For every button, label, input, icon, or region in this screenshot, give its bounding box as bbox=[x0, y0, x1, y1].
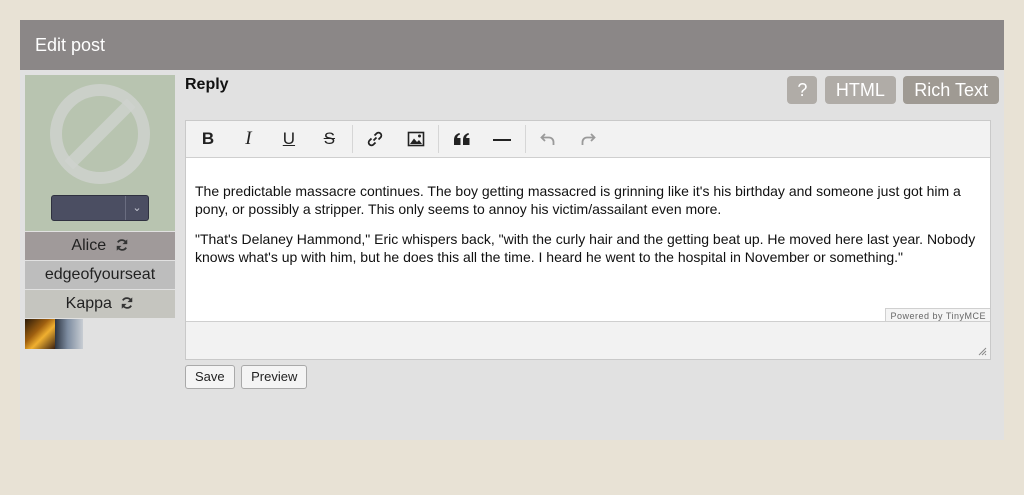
character-name-label: Kappa bbox=[65, 295, 112, 312]
italic-button[interactable]: I bbox=[230, 121, 266, 157]
post-actions: Save Preview bbox=[185, 365, 309, 389]
reply-heading: Reply bbox=[185, 76, 229, 93]
panel-title: Edit post bbox=[20, 20, 1004, 70]
horizontal-rule-icon bbox=[493, 139, 512, 141]
toolbar-separator bbox=[438, 125, 440, 153]
editor-toolbar: B I U S bbox=[186, 121, 990, 158]
undo-button[interactable] bbox=[530, 121, 566, 157]
chevron-down-icon: ⌄ bbox=[125, 196, 148, 220]
character-name-label: edgeofyourseat bbox=[44, 266, 156, 283]
gallery-thumbnail[interactable] bbox=[25, 319, 55, 349]
no-avatar-icon bbox=[50, 84, 150, 184]
redo-icon bbox=[582, 133, 597, 145]
undo-icon bbox=[540, 133, 555, 145]
preview-button[interactable]: Preview bbox=[241, 365, 308, 389]
gallery-thumbnails bbox=[25, 319, 175, 349]
save-button[interactable]: Save bbox=[185, 365, 235, 389]
rich-text-editor: B I U S The predictable massacre continu… bbox=[185, 120, 991, 360]
strikethrough-button[interactable]: S bbox=[311, 121, 347, 157]
html-mode-button[interactable]: HTML bbox=[824, 76, 896, 104]
gallery-thumbnail[interactable] bbox=[55, 319, 83, 349]
underline-button[interactable]: U bbox=[271, 121, 307, 157]
refresh-icon[interactable] bbox=[120, 296, 134, 310]
resize-handle-icon[interactable] bbox=[978, 347, 987, 356]
editor-mode-buttons: ? HTML Rich Text bbox=[784, 76, 999, 104]
blockquote-button[interactable] bbox=[444, 121, 480, 157]
editor-content[interactable]: The predictable massacre continues. The … bbox=[186, 158, 990, 306]
toolbar-separator bbox=[524, 125, 526, 153]
editor-paragraph: The predictable massacre continues. The … bbox=[195, 183, 961, 217]
bold-button[interactable]: B bbox=[190, 121, 226, 157]
character-name-alice[interactable]: Alice bbox=[25, 232, 175, 260]
character-name-label: Alice bbox=[71, 237, 107, 254]
link-button[interactable] bbox=[357, 121, 393, 157]
edit-post-panel: Edit post ⌄ Alice edgeofyourseat Kappa R… bbox=[20, 20, 1004, 440]
avatar-select[interactable]: ⌄ bbox=[51, 195, 149, 221]
refresh-icon[interactable] bbox=[115, 238, 129, 252]
redo-button[interactable] bbox=[570, 121, 606, 157]
editor-statusbar bbox=[186, 321, 990, 359]
link-icon bbox=[368, 131, 383, 147]
toolbar-separator bbox=[351, 125, 353, 153]
character-name-edgeofyourseat[interactable]: edgeofyourseat bbox=[25, 261, 175, 289]
image-icon bbox=[407, 131, 425, 147]
editor-paragraph: "That's Delaney Hammond," Eric whispers … bbox=[195, 231, 976, 265]
help-button[interactable]: ? bbox=[787, 76, 818, 104]
character-name-kappa[interactable]: Kappa bbox=[25, 290, 175, 318]
quote-icon bbox=[453, 133, 470, 145]
rich-text-mode-button[interactable]: Rich Text bbox=[903, 76, 999, 104]
avatar: ⌄ bbox=[25, 75, 175, 231]
image-button[interactable] bbox=[398, 121, 434, 157]
character-sidebar: ⌄ Alice edgeofyourseat Kappa bbox=[25, 75, 175, 349]
horizontal-rule-button[interactable] bbox=[484, 121, 520, 157]
